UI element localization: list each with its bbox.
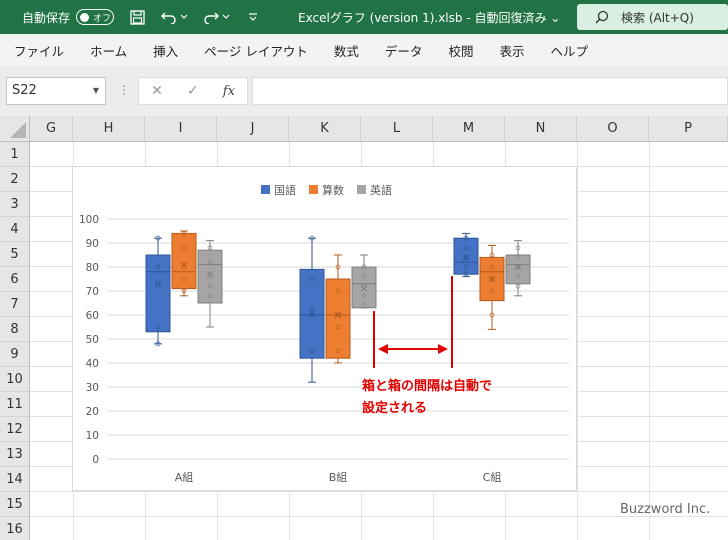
watermark-text: Buzzword Inc. xyxy=(620,502,711,517)
annotation-text-line1: 箱と箱の間隔は自動で xyxy=(362,378,492,394)
annotation-overlay: 箱と箱の間隔は自動で設定される xyxy=(362,276,492,416)
annotation-arrowhead-left xyxy=(378,344,388,354)
annotation-arrowhead-right xyxy=(438,344,448,354)
annotation-text-line2: 設定される xyxy=(362,400,427,416)
